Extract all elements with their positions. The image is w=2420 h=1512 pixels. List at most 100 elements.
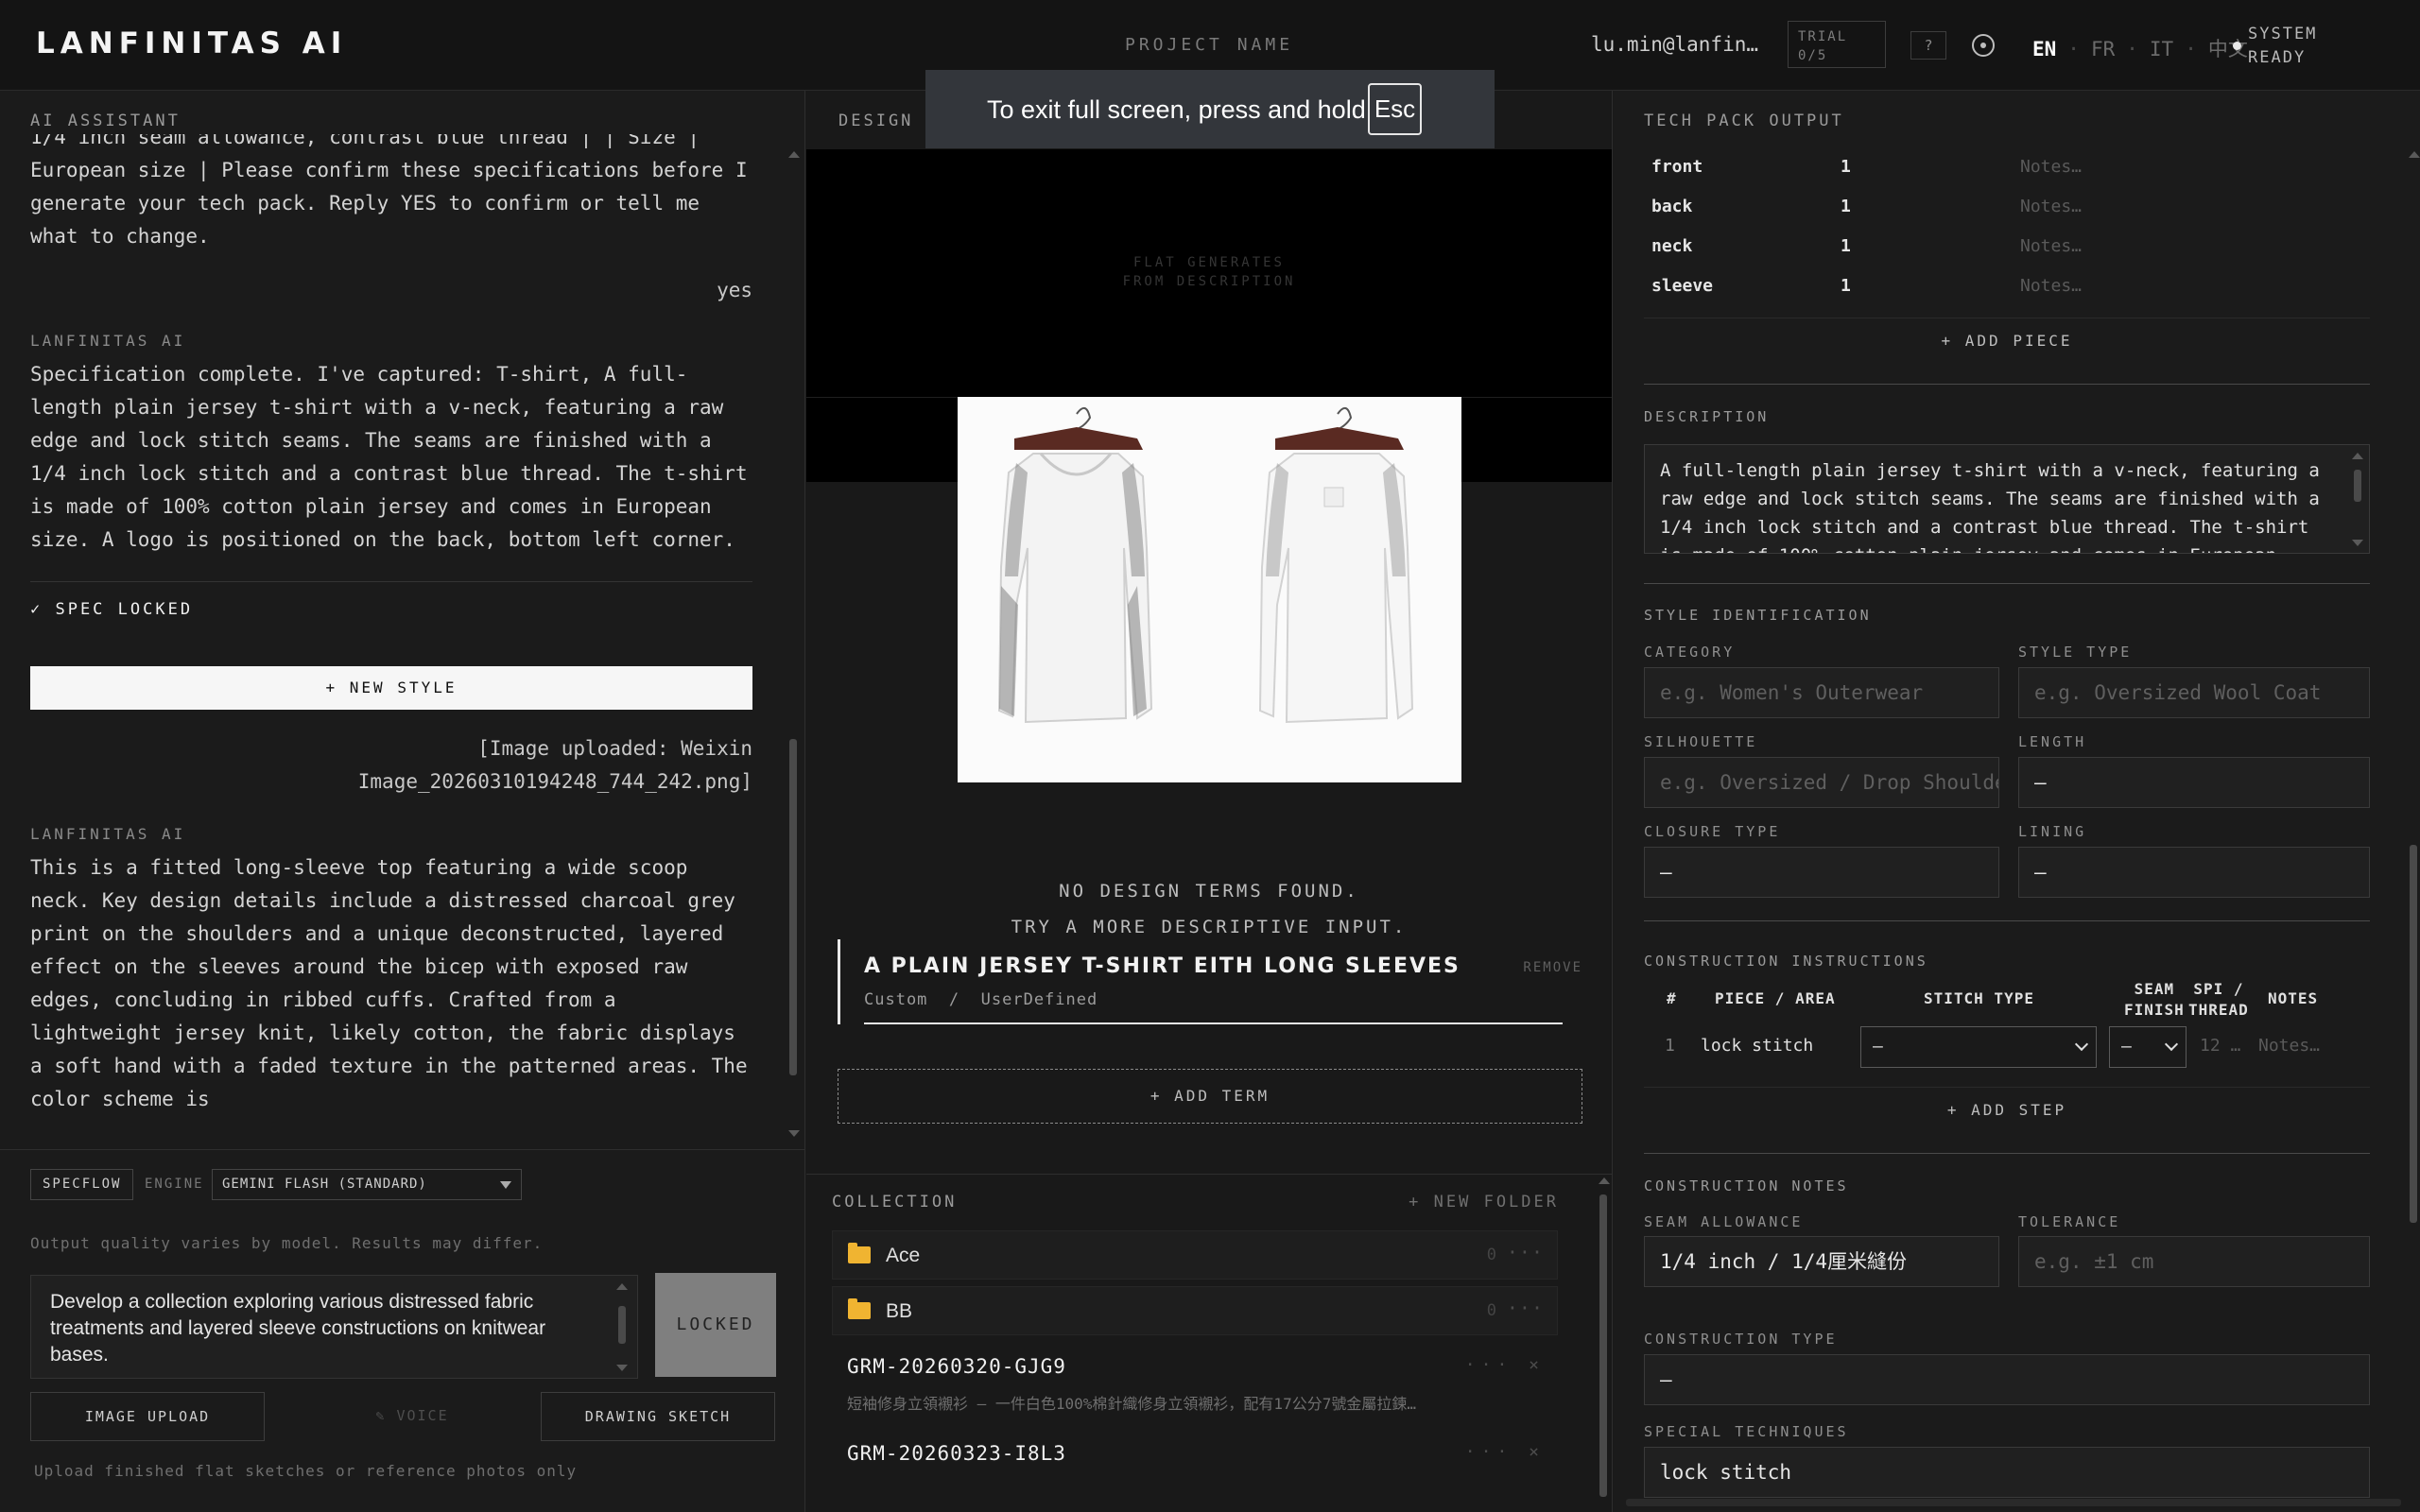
more-icon[interactable]: ··· [1465, 1442, 1513, 1462]
chat-scrollbar[interactable] [786, 147, 800, 1140]
engine-select[interactable]: GEMINI FLASH (STANDARD) [212, 1169, 522, 1200]
scroll-thumb[interactable] [1599, 1194, 1607, 1497]
add-step-button[interactable]: + ADD STEP [1644, 1087, 2370, 1132]
ci-row-piece[interactable]: lock stitch [1701, 1036, 1813, 1056]
scroll-up-icon[interactable] [788, 151, 800, 158]
piece-notes[interactable]: Notes… [2020, 236, 2082, 256]
scroll-thumb[interactable] [789, 739, 797, 1075]
scroll-thumb[interactable] [2410, 845, 2417, 1223]
seam-finish-select[interactable]: — [2109, 1026, 2187, 1068]
category-input[interactable]: e.g. Women's Outerwear [1644, 667, 1999, 718]
prompt-input[interactable]: Develop a collection exploring various d… [30, 1275, 638, 1379]
horizontal-scrollbar[interactable] [1626, 1499, 2401, 1506]
ci-row-notes[interactable]: Notes… [2258, 1036, 2320, 1056]
chat-log[interactable]: 1/4 inch seam allowance, contrast blue t… [30, 134, 752, 1136]
message-author: LANFINITAS AI [30, 332, 186, 350]
esc-key-badge: Esc [1368, 83, 1422, 135]
more-icon[interactable]: ··· [1507, 1297, 1544, 1319]
scroll-thumb[interactable] [618, 1306, 626, 1344]
garment-item[interactable]: GRM-20260320-GJG9 短袖修身立領襯衫 — 一件白色100%棉針織… [832, 1355, 1558, 1421]
prompt-controls: SPECFLOW ENGINE GEMINI FLASH (STANDARD) … [0, 1149, 805, 1512]
divider [1644, 1153, 2370, 1154]
image-upload-button[interactable]: IMAGE UPLOAD [30, 1392, 265, 1441]
folder-item[interactable]: Ace 0 ··· [832, 1230, 1558, 1280]
garment-actions: ··· × [1465, 1355, 1545, 1375]
construction-type-input[interactable]: — [1644, 1354, 2370, 1405]
add-piece-button[interactable]: + ADD PIECE [1644, 318, 2370, 363]
remove-term-button[interactable]: REMOVE [1523, 960, 1582, 975]
add-term-button[interactable]: + ADD TERM [838, 1069, 1582, 1124]
scroll-up-icon[interactable] [616, 1283, 628, 1290]
scroll-down-icon[interactable] [788, 1130, 800, 1137]
piece-qty[interactable]: 1 [1841, 197, 1851, 216]
upload-message-line: [Image uploaded: Weixin [477, 737, 752, 760]
garment-item[interactable]: GRM-20260323-I8L3 ··· × [832, 1442, 1558, 1489]
user-email[interactable]: lu.min@lanfin… [1591, 33, 1758, 56]
lang-fr[interactable]: FR [2091, 38, 2115, 60]
lang-it[interactable]: IT [2150, 38, 2173, 60]
piece-notes[interactable]: Notes… [2020, 197, 2082, 216]
ci-header-seam-line: SEAM [2134, 980, 2175, 998]
more-icon[interactable]: ··· [1507, 1241, 1544, 1263]
tolerance-label: TOLERANCE [2018, 1213, 2121, 1230]
lining-input[interactable]: — [2018, 847, 2370, 898]
piece-qty[interactable]: 1 [1841, 236, 1851, 256]
piece-qty[interactable]: 1 [1841, 276, 1851, 296]
drawing-sketch-button[interactable]: DRAWING SKETCH [541, 1392, 775, 1441]
uploaded-reference-image[interactable] [958, 397, 1461, 782]
scroll-up-icon[interactable] [2409, 151, 2420, 158]
project-name-field[interactable]: PROJECT NAME [1125, 35, 1293, 55]
locked-send-button[interactable]: LOCKED [655, 1273, 776, 1377]
flat-hint: FLAT GENERATES FROM DESCRIPTION [806, 253, 1612, 291]
piece-notes[interactable]: Notes… [2020, 276, 2082, 296]
special-techniques-input[interactable]: lock stitch [1644, 1447, 2370, 1498]
stitch-type-select[interactable]: — [1860, 1026, 2097, 1068]
ci-header-spi-line: SPI / [2193, 980, 2244, 998]
scroll-thumb[interactable] [2354, 470, 2361, 502]
scroll-down-icon[interactable] [616, 1365, 628, 1371]
trial-counter: TRIAL 0/5 [1788, 21, 1886, 68]
folder-item[interactable]: BB 0 ··· [832, 1286, 1558, 1335]
more-icon[interactable]: ··· [1465, 1355, 1513, 1375]
help-button[interactable]: ? [1910, 31, 1946, 60]
description-textarea[interactable]: A full-length plain jersey t-shirt with … [1644, 444, 2370, 554]
no-terms-message: NO DESIGN TERMS FOUND. TRY A MORE DESCRI… [806, 873, 1612, 945]
description-scrollbar[interactable] [2352, 451, 2363, 549]
style-type-input[interactable]: e.g. Oversized Wool Coat [2018, 667, 2370, 718]
new-folder-button[interactable]: + NEW FOLDER [1409, 1193, 1559, 1211]
style-type-label: STYLE TYPE [2018, 644, 2133, 661]
length-input[interactable]: — [2018, 757, 2370, 808]
techpack-scrollbar[interactable] [2407, 151, 2420, 1503]
lang-en[interactable]: EN [2032, 38, 2056, 60]
close-icon[interactable]: × [1529, 1442, 1545, 1462]
ci-header-spi-line: THREAD [2188, 1001, 2249, 1019]
silhouette-input[interactable]: e.g. Oversized / Drop Shoulder [1644, 757, 1999, 808]
folder-name: Ace [886, 1245, 921, 1266]
piece-qty[interactable]: 1 [1841, 157, 1851, 177]
piece-notes[interactable]: Notes… [2020, 157, 2082, 177]
new-style-button[interactable]: + NEW STYLE [30, 666, 752, 710]
scroll-up-icon[interactable] [2352, 453, 2363, 459]
scroll-down-icon[interactable] [2352, 540, 2363, 546]
theme-toggle-icon[interactable] [1972, 34, 1995, 57]
seam-allowance-input[interactable]: 1/4 inch / 1/4厘米縫份 [1644, 1236, 1999, 1287]
term-title[interactable]: A PLAIN JERSEY T-SHIRT EITH LONG SLEEVES [864, 954, 1461, 978]
lang-zh[interactable]: 中文 [2208, 38, 2248, 60]
spec-locked-badge: ✓ SPEC LOCKED [30, 581, 752, 627]
closure-input[interactable]: — [1644, 847, 1999, 898]
ci-row-spi[interactable]: 12 … [2200, 1036, 2240, 1056]
piece-name[interactable]: sleeve [1651, 276, 1713, 296]
voice-button[interactable]: ✎ VOICE [337, 1392, 488, 1441]
piece-name[interactable]: back [1651, 197, 1692, 216]
prompt-scrollbar[interactable] [616, 1281, 628, 1372]
piece-name[interactable]: neck [1651, 236, 1692, 256]
close-icon[interactable]: × [1529, 1355, 1545, 1375]
tolerance-input[interactable]: e.g. ±1 cm [2018, 1236, 2370, 1287]
flat-hint-line: FROM DESCRIPTION [1122, 274, 1296, 289]
collection-scrollbar[interactable] [1597, 1174, 1610, 1510]
piece-name[interactable]: front [1651, 157, 1703, 177]
app-logo[interactable]: LANFINITAS AI [36, 26, 347, 60]
scroll-up-icon[interactable] [1599, 1177, 1610, 1184]
specflow-toggle[interactable]: SPECFLOW [30, 1169, 134, 1200]
ci-header-seam: SEAM FINISH [2124, 979, 2185, 1021]
